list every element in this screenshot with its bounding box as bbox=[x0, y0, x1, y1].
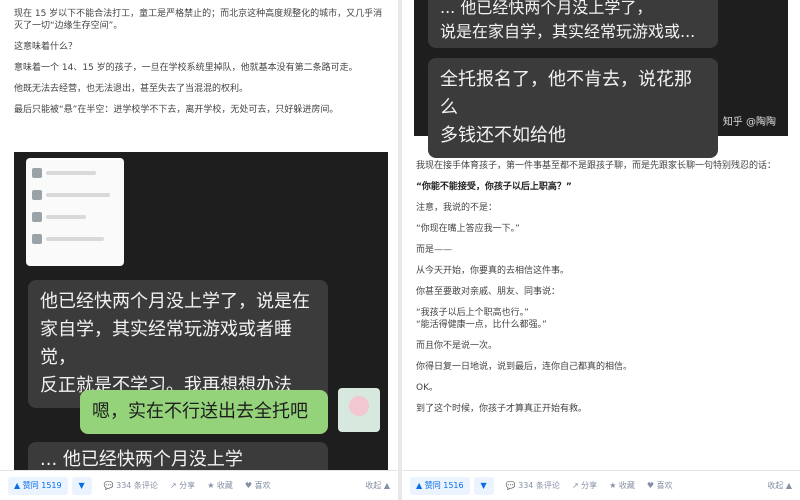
paragraph: 从今天开始，你要真的去相信这件事。 bbox=[416, 266, 570, 276]
upvote-button[interactable]: ▲ 赞同 1519 bbox=[8, 476, 68, 495]
chat-bubble-received: 全托报名了，他不肯去，说花那么 多钱还不如给他 bbox=[428, 58, 718, 158]
paragraph: “我孩子以后上个职高也行。” “能活得健康一点，比什么都强。” bbox=[416, 308, 547, 330]
paragraph: “你能不能接受，你孩子以后上职高？” bbox=[416, 182, 572, 192]
favorite-button[interactable]: ★ 收藏 bbox=[207, 480, 233, 491]
upvote-button[interactable]: ▲ 赞同 1516 bbox=[410, 476, 470, 495]
paragraph: 你甚至要敢对亲戚、朋友、同事说： bbox=[416, 287, 561, 297]
paragraph: 而且你不是说一次。 bbox=[416, 341, 498, 351]
paragraph: 意味着一个 14、15 岁的孩子，一旦在学校系统里掉队，他就基本没有第二条路可走… bbox=[14, 63, 358, 73]
paragraph: 最后只能被“悬”在半空：进学校学不下去，离开学校，无处可去，只好躲进房间。 bbox=[14, 105, 339, 115]
chat-bubble-received: ... 他已经快两个月没上学了， 说是在家自学，其实经常玩游戏或... bbox=[428, 0, 718, 48]
answer-action-bar: ▲ 赞同 1519 ▼ 💬 334 条评论 ↗ 分享 ★ 收藏 ♥ 喜欢 收起 … bbox=[0, 470, 398, 500]
collapse-button[interactable]: 收起 ▲ bbox=[365, 480, 390, 491]
left-answer-panel: 现在 15 岁以下不能合法打工，童工是严格禁止的；而北京这种高度规整化的城市，又… bbox=[0, 0, 398, 500]
share-button[interactable]: ↗ 分享 bbox=[572, 480, 597, 491]
collapse-button[interactable]: 收起 ▲ bbox=[767, 480, 792, 491]
answer-action-bar: ▲ 赞同 1516 ▼ 💬 334 条评论 ↗ 分享 ★ 收藏 ♥ 喜欢 收起 … bbox=[402, 470, 800, 500]
like-button[interactable]: ♥ 喜欢 bbox=[245, 480, 271, 491]
downvote-button[interactable]: ▼ bbox=[71, 476, 92, 495]
right-answer-panel: ... 他已经快两个月没上学了， 说是在家自学，其实经常玩游戏或... 全托报名… bbox=[402, 0, 800, 500]
chat-screenshot: ... 他已经快两个月没上学了， 说是在家自学，其实经常玩游戏或... 全托报名… bbox=[414, 0, 788, 158]
watermark: 知乎 @陶陶 bbox=[722, 117, 776, 128]
like-button[interactable]: ♥ 喜欢 bbox=[647, 480, 673, 491]
paragraph: OK。 bbox=[416, 383, 438, 393]
share-button[interactable]: ↗ 分享 bbox=[170, 480, 195, 491]
comments-button[interactable]: 💬 334 条评论 bbox=[506, 480, 560, 491]
downvote-button[interactable]: ▼ bbox=[473, 476, 494, 495]
chat-screenshot: 他已经快两个月没上学了，说是在 家自学，其实经常玩游戏或者睡觉， 反正就是不学习… bbox=[14, 152, 388, 478]
paragraph: 这意味着什么？ bbox=[14, 42, 78, 52]
paragraph: “你现在嘴上答应我一下。” bbox=[416, 224, 520, 234]
comments-button[interactable]: 💬 334 条评论 bbox=[104, 480, 158, 491]
paragraph: 到了这个时候，你孩子才算真正开始有救。 bbox=[416, 404, 588, 414]
paragraph: 你得日复一日地说，说到最后，连你自己都真的相信。 bbox=[416, 362, 633, 372]
paragraph: 而是—— bbox=[416, 245, 453, 255]
avatar bbox=[338, 388, 380, 432]
paragraph: 注意，我说的不是： bbox=[416, 203, 498, 213]
thumbnail-image bbox=[26, 158, 124, 266]
favorite-button[interactable]: ★ 收藏 bbox=[609, 480, 635, 491]
chat-bubble-received: 他已经快两个月没上学了，说是在 家自学，其实经常玩游戏或者睡觉， 反正就是不学习… bbox=[28, 280, 328, 408]
chat-bubble-sent: 嗯，实在不行送出去全托吧 bbox=[80, 390, 328, 434]
paragraph: 他既无法去经营，也无法退出，甚至失去了当混混的权利。 bbox=[14, 84, 249, 94]
paragraph: 现在 15 岁以下不能合法打工，童工是严格禁止的；而北京这种高度规整化的城市，又… bbox=[14, 9, 383, 31]
paragraph: 我现在接手体育孩子，第一件事基至都不是跟孩子聊，而是先跟家长聊一句特别残忍的话： bbox=[416, 161, 777, 171]
